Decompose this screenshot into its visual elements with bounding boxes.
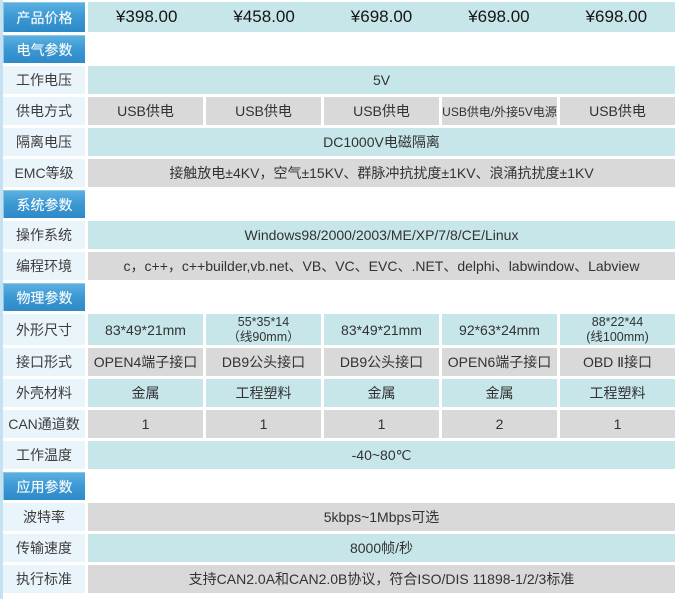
spec-cell: 金属 [442, 379, 557, 407]
table-row-dimensions: 外形尺寸 83*49*21mm 55*35*14 （线90mm） 83*49*2… [3, 314, 675, 345]
spec-value-transfer-speed: 8000帧/秒 [88, 534, 675, 562]
table-row-isolation-voltage: 隔离电压 DC1000V电磁隔离 [3, 128, 675, 156]
row-label-interface-type: 接口形式 [3, 348, 85, 376]
table-row-section-system: 系统参数 [3, 190, 675, 218]
spec-cell: USB供电/外接5V电源 [442, 97, 557, 125]
spec-cell: 1 [88, 410, 203, 438]
row-header-product-price: 产品价格 [3, 2, 85, 32]
row-label-emc-grade: EMC等级 [3, 159, 85, 187]
table-row-interface-type: 接口形式 OPEN4端子接口 DB9公头接口 DB9公头接口 OPEN6端子接口… [3, 348, 675, 376]
table-row-case-material: 外壳材料 金属 工程塑料 金属 金属 工程塑料 [3, 379, 675, 407]
spec-cell: 83*49*21mm [324, 314, 439, 345]
price-value-4: ¥698.00 [440, 7, 557, 27]
spec-cell: 工程塑料 [560, 379, 675, 407]
row-label-isolation-voltage: 隔离电压 [3, 128, 85, 156]
price-value-5: ¥698.00 [558, 7, 675, 27]
table-row-can-channels: CAN通道数 1 1 1 2 1 [3, 410, 675, 438]
section-spacer [88, 283, 675, 311]
spec-cell: 92*63*24mm [442, 314, 557, 345]
row-label-operating-system: 操作系统 [3, 221, 85, 249]
section-header-physical: 物理参数 [3, 283, 85, 311]
spec-cell: 金属 [324, 379, 439, 407]
table-row-baud-rate: 波特率 5kbps~1Mbps可选 [3, 503, 675, 531]
section-header-electrical: 电气参数 [3, 35, 85, 63]
price-value-3: ¥698.00 [323, 7, 440, 27]
spec-cell: DB9公头接口 [324, 348, 439, 376]
spec-cell: OPEN6端子接口 [442, 348, 557, 376]
spec-cell: OBD Ⅱ接口 [560, 348, 675, 376]
spec-cell: 工程塑料 [206, 379, 321, 407]
spec-cell: 1 [324, 410, 439, 438]
spec-value-emc-grade: 接触放电±4KV，空气±15KV、群脉冲抗扰度±1KV、浪涌抗扰度±1KV [88, 159, 675, 187]
spec-cell: 55*35*14 （线90mm） [206, 314, 321, 345]
table-row-standards: 执行标准 支持CAN2.0A和CAN2.0B协议，符合ISO/DIS 11898… [3, 565, 675, 593]
row-label-transfer-speed: 传输速度 [3, 534, 85, 562]
table-row-working-temperature: 工作温度 -40~80℃ [3, 441, 675, 469]
row-label-dimensions: 外形尺寸 [3, 314, 85, 345]
table-row-working-voltage: 工作电压 5V [3, 66, 675, 94]
dimension-line1: 55*35*14 [238, 315, 289, 329]
price-value-2: ¥458.00 [205, 7, 322, 27]
table-row-section-electrical: 电气参数 [3, 35, 675, 63]
row-label-working-voltage: 工作电压 [3, 66, 85, 94]
spec-value-isolation-voltage: DC1000V电磁隔离 [88, 128, 675, 156]
spec-cell: DB9公头接口 [206, 348, 321, 376]
spec-cell: 83*49*21mm [88, 314, 203, 345]
spec-cell: 1 [206, 410, 321, 438]
table-row-emc-grade: EMC等级 接触放电±4KV，空气±15KV、群脉冲抗扰度±1KV、浪涌抗扰度±… [3, 159, 675, 187]
row-label-case-material: 外壳材料 [3, 379, 85, 407]
table-row-power-supply: 供电方式 USB供电 USB供电 USB供电 USB供电/外接5V电源 USB供… [3, 97, 675, 125]
dimension-line1: 88*22*44 [592, 315, 643, 329]
spec-cell: 88*22*44 (线100mm) [560, 314, 675, 345]
spec-value-programming-env: c，c++，c++builder,vb.net、VB、VC、EVC、.NET、d… [88, 252, 675, 280]
table-row-programming-env: 编程环境 c，c++，c++builder,vb.net、VB、VC、EVC、.… [3, 252, 675, 280]
spec-value-working-temperature: -40~80℃ [88, 441, 675, 469]
row-label-power-supply: 供电方式 [3, 97, 85, 125]
table-row-transfer-speed: 传输速度 8000帧/秒 [3, 534, 675, 562]
dimension-line2: （线90mm） [227, 330, 299, 344]
row-label-programming-env: 编程环境 [3, 252, 85, 280]
table-row-operating-system: 操作系统 Windows98/2000/2003/ME/XP/7/8/CE/Li… [3, 221, 675, 249]
table-row-product-price: 产品价格 ¥398.00 ¥458.00 ¥698.00 ¥698.00 ¥69… [3, 2, 675, 32]
spec-cell: USB供电 [560, 97, 675, 125]
price-value-1: ¥398.00 [88, 7, 205, 27]
dimension-line2: (线100mm) [586, 330, 649, 344]
table-row-section-physical: 物理参数 [3, 283, 675, 311]
spec-cell: 金属 [88, 379, 203, 407]
table-row-section-application: 应用参数 [3, 472, 675, 500]
spec-value-operating-system: Windows98/2000/2003/ME/XP/7/8/CE/Linux [88, 221, 675, 249]
spec-cell: 2 [442, 410, 557, 438]
spec-cell: 1 [560, 410, 675, 438]
section-spacer [88, 190, 675, 218]
spec-value-working-voltage: 5V [88, 66, 675, 94]
section-header-application: 应用参数 [3, 472, 85, 500]
price-strip: ¥398.00 ¥458.00 ¥698.00 ¥698.00 ¥698.00 [88, 2, 675, 32]
row-label-standards: 执行标准 [3, 565, 85, 593]
row-label-can-channels: CAN通道数 [3, 410, 85, 438]
section-header-system: 系统参数 [3, 190, 85, 218]
spec-cell: USB供电 [88, 97, 203, 125]
section-spacer [88, 35, 675, 63]
product-spec-table: 产品价格 ¥398.00 ¥458.00 ¥698.00 ¥698.00 ¥69… [0, 0, 675, 599]
spec-cell: USB供电 [324, 97, 439, 125]
row-label-baud-rate: 波特率 [3, 503, 85, 531]
spec-value-standards: 支持CAN2.0A和CAN2.0B协议，符合ISO/DIS 11898-1/2/… [88, 565, 675, 593]
row-label-working-temperature: 工作温度 [3, 441, 85, 469]
spec-cell: USB供电 [206, 97, 321, 125]
spec-cell: OPEN4端子接口 [88, 348, 203, 376]
section-spacer [88, 472, 675, 500]
spec-value-baud-rate: 5kbps~1Mbps可选 [88, 503, 675, 531]
